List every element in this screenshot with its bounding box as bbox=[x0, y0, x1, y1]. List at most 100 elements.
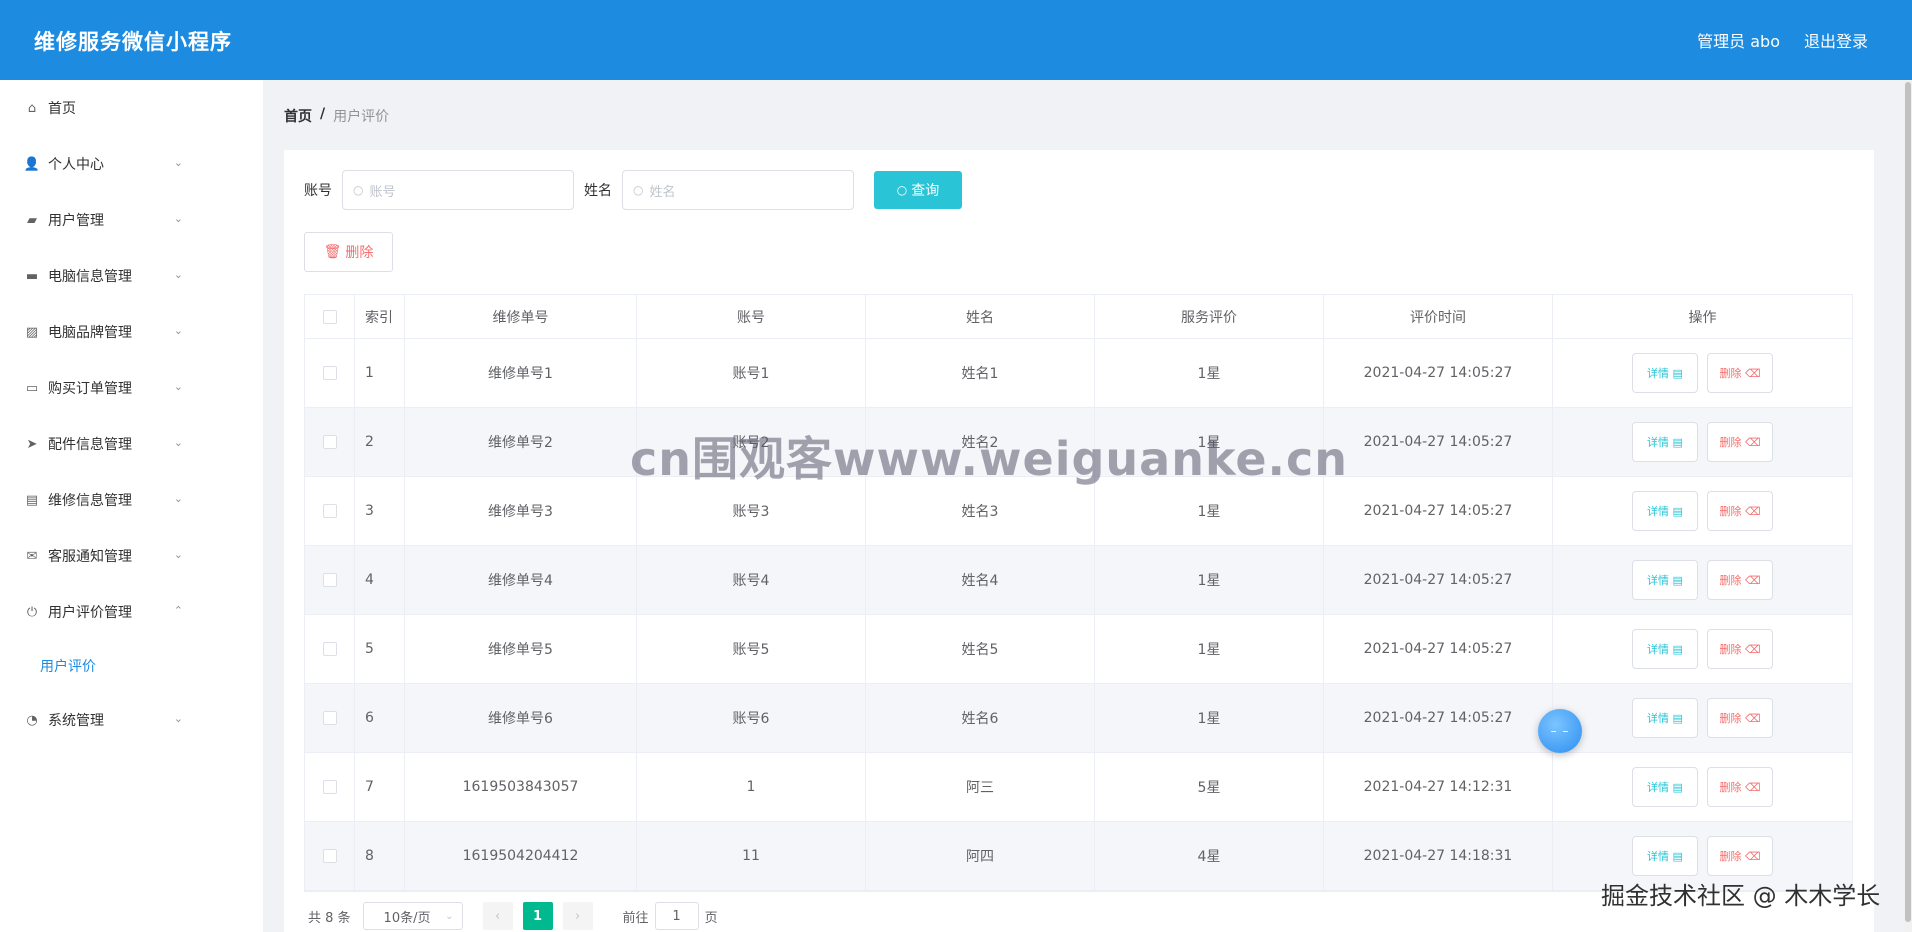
row-order-no: 维修单号2 bbox=[405, 408, 637, 476]
query-button[interactable]: ○ 查询 bbox=[874, 171, 962, 209]
scrollbar-thumb[interactable] bbox=[1905, 82, 1911, 922]
row-checkbox[interactable] bbox=[322, 780, 337, 794]
sidebar-item-label: 系统管理 bbox=[48, 713, 104, 729]
page-scrollbar[interactable] bbox=[1904, 80, 1912, 932]
detail-button[interactable]: 详情 ▤ bbox=[1632, 491, 1698, 531]
detail-button[interactable]: 详情 ▤ bbox=[1632, 767, 1698, 807]
name-placeholder: 姓名 bbox=[649, 184, 676, 200]
page-number-1[interactable]: 1 bbox=[522, 902, 553, 930]
trash-icon: 🗑 bbox=[323, 244, 342, 260]
row-time: 2021-04-27 14:05:27 bbox=[1324, 684, 1553, 752]
account-placeholder: 账号 bbox=[369, 184, 396, 200]
row-rating: 1星 bbox=[1095, 546, 1324, 614]
detail-button[interactable]: 详情 ▤ bbox=[1632, 560, 1698, 600]
delete-button[interactable]: 删除 ⌫ bbox=[1707, 422, 1773, 462]
row-order-no: 维修单号6 bbox=[405, 684, 637, 752]
row-checkbox[interactable] bbox=[322, 711, 337, 725]
breadcrumb-separator: / bbox=[320, 106, 326, 122]
row-checkbox[interactable] bbox=[322, 435, 337, 449]
row-time: 2021-04-27 14:05:27 bbox=[1324, 408, 1553, 476]
next-page-button[interactable]: › bbox=[562, 902, 593, 930]
header-actions: 管理员 abo 退出登录 bbox=[1697, 28, 1868, 52]
row-account: 账号6 bbox=[637, 684, 866, 752]
chevron-icon: ⌄ bbox=[173, 492, 183, 505]
wallet-icon: ▰ bbox=[27, 212, 37, 228]
delete-button[interactable]: 删除 ⌫ bbox=[1707, 698, 1773, 738]
header-rating: 服务评价 bbox=[1095, 295, 1324, 338]
header-checkbox-cell bbox=[305, 295, 355, 338]
sidebar-item-label: 客服通知管理 bbox=[48, 549, 132, 565]
delete-button[interactable]: 删除 ⌫ bbox=[1707, 560, 1773, 600]
row-checkbox-cell bbox=[305, 339, 355, 407]
sidebar-item-10[interactable]: ◔ 系统管理 ⌄ bbox=[0, 692, 263, 748]
chevron-icon: ⌄ bbox=[173, 324, 183, 337]
header-name: 姓名 bbox=[866, 295, 1095, 338]
row-order-no: 维修单号4 bbox=[405, 546, 637, 614]
delete-button[interactable]: 删除 ⌫ bbox=[1707, 767, 1773, 807]
row-name: 阿四 bbox=[866, 822, 1095, 890]
row-actions: 详情 ▤ 删除 ⌫ bbox=[1553, 339, 1852, 407]
row-index: 7 bbox=[355, 753, 405, 821]
row-time: 2021-04-27 14:12:31 bbox=[1324, 753, 1553, 821]
select-all-checkbox[interactable] bbox=[322, 309, 337, 324]
pagination-total: 共 8 条 bbox=[308, 910, 351, 926]
row-time: 2021-04-27 14:05:27 bbox=[1324, 615, 1553, 683]
sidebar-item-8[interactable]: ✉ 客服通知管理 ⌄ bbox=[0, 528, 263, 584]
delete-button[interactable]: 删除 ⌫ bbox=[1707, 353, 1773, 393]
search-icon: ○ bbox=[896, 183, 908, 197]
admin-name[interactable]: 管理员 abo bbox=[1697, 28, 1780, 52]
sidebar-item-7[interactable]: ▤ 维修信息管理 ⌄ bbox=[0, 472, 263, 528]
row-account: 11 bbox=[637, 822, 866, 890]
row-account: 账号1 bbox=[637, 339, 866, 407]
chevron-icon: ⌄ bbox=[173, 268, 183, 281]
sidebar-item-4[interactable]: ▨ 电脑品牌管理 ⌄ bbox=[0, 304, 263, 360]
sidebar-item-6[interactable]: ➤ 配件信息管理 ⌄ bbox=[0, 416, 263, 472]
breadcrumb-home[interactable]: 首页 bbox=[284, 106, 312, 126]
sidebar-item-0[interactable]: ⌂ 首页 bbox=[0, 80, 263, 136]
account-search-input[interactable]: ○ 账号 bbox=[342, 170, 574, 210]
sidebar-item-9[interactable]: ⏻ 用户评价管理 ⌃ bbox=[0, 584, 263, 640]
goto-page-input[interactable]: 1 bbox=[654, 902, 699, 930]
row-index: 8 bbox=[355, 822, 405, 890]
detail-button[interactable]: 详情 ▤ bbox=[1632, 836, 1698, 876]
prev-page-button[interactable]: ‹ bbox=[482, 902, 513, 930]
logout-link[interactable]: 退出登录 bbox=[1804, 28, 1868, 52]
row-checkbox[interactable] bbox=[322, 504, 337, 518]
name-search-input[interactable]: ○ 姓名 bbox=[622, 170, 854, 210]
watermark-text: cn围观客www.weiguanke.cn bbox=[630, 432, 1349, 486]
sidebar-item-1[interactable]: 👤 个人中心 ⌄ bbox=[0, 136, 263, 192]
table-row: 6 维修单号6 账号6 姓名6 1星 2021-04-27 14:05:27 详情 ▤ 删除 … bbox=[305, 684, 1852, 753]
detail-button[interactable]: 详情 ▤ bbox=[1632, 353, 1698, 393]
row-checkbox[interactable] bbox=[322, 366, 337, 380]
delete-button[interactable]: 删除 ⌫ bbox=[1707, 629, 1773, 669]
sidebar-item-label: 维修信息管理 bbox=[48, 493, 132, 509]
row-rating: 1星 bbox=[1095, 684, 1324, 752]
sidebar-item-5[interactable]: ▭ 购买订单管理 ⌄ bbox=[0, 360, 263, 416]
header-time: 评价时间 bbox=[1324, 295, 1553, 338]
corner-attribution: 掘金技术社区 @ 木木学长 bbox=[1601, 882, 1881, 910]
ticket-icon: ▭ bbox=[25, 380, 39, 396]
row-checkbox[interactable] bbox=[322, 642, 337, 656]
row-time: 2021-04-27 14:05:27 bbox=[1324, 546, 1553, 614]
floating-assistant-ball[interactable]: – – bbox=[1538, 709, 1582, 753]
batch-delete-button[interactable]: 🗑 删除 bbox=[304, 232, 393, 272]
row-time: 2021-04-27 14:18:31 bbox=[1324, 822, 1553, 890]
detail-button[interactable]: 详情 ▤ bbox=[1632, 422, 1698, 462]
row-actions: 详情 ▤ 删除 ⌫ bbox=[1553, 753, 1852, 821]
breadcrumb: 首页 / 用户评价 bbox=[284, 106, 389, 126]
sidebar-item-label: 购买订单管理 bbox=[48, 381, 132, 397]
sidebar-subitem-user-evaluation[interactable]: 用户评价 bbox=[0, 640, 263, 692]
sidebar-item-2[interactable]: ▰ 用户管理 ⌄ bbox=[0, 192, 263, 248]
sidebar-item-label: 用户管理 bbox=[48, 213, 104, 229]
row-checkbox[interactable] bbox=[322, 849, 337, 863]
sidebar-item-3[interactable]: ▬ 电脑信息管理 ⌄ bbox=[0, 248, 263, 304]
header-order-no: 维修单号 bbox=[405, 295, 637, 338]
delete-button[interactable]: 删除 ⌫ bbox=[1707, 836, 1773, 876]
detail-button[interactable]: 详情 ▤ bbox=[1632, 629, 1698, 669]
page-size-select[interactable]: 10条/页 ⌄ bbox=[362, 902, 463, 930]
row-checkbox-cell bbox=[305, 753, 355, 821]
row-checkbox[interactable] bbox=[322, 573, 337, 587]
table-row: 7 1619503843057 1 阿三 5星 2021-04-27 14:12:31 详情… bbox=[305, 753, 1852, 822]
detail-button[interactable]: 详情 ▤ bbox=[1632, 698, 1698, 738]
delete-button[interactable]: 删除 ⌫ bbox=[1707, 491, 1773, 531]
